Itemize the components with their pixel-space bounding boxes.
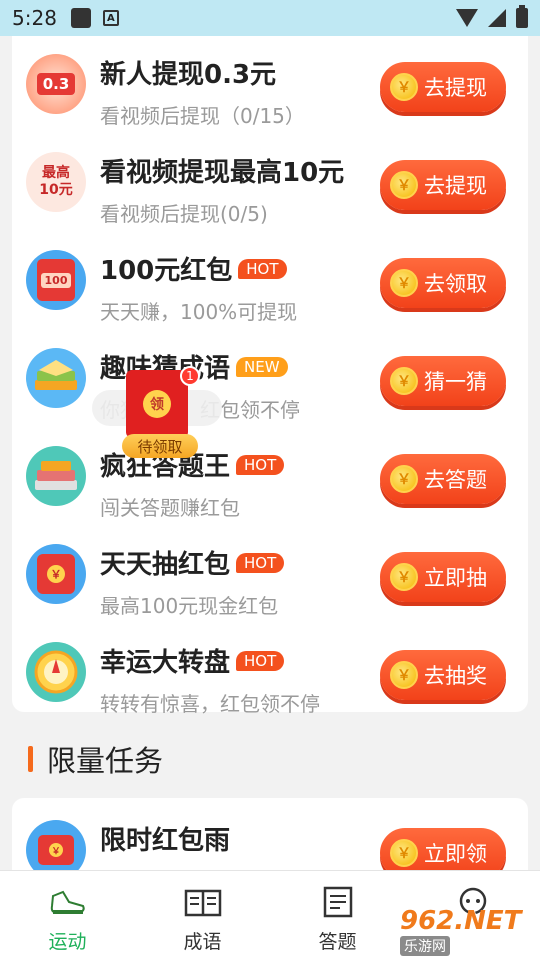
wifi-icon — [456, 9, 478, 27]
red-envelope-yen-icon: ￥ — [26, 544, 86, 604]
section-title: 限量任务 — [47, 744, 164, 778]
draw-button[interactable]: ￥ 立即抽 — [380, 552, 506, 602]
lottery-button[interactable]: ￥ 去抽奖 — [380, 650, 506, 700]
tab-idiom[interactable]: 成语 — [135, 871, 270, 960]
task-subtitle: 转转有惊喜，红包领不停 — [100, 692, 320, 716]
coin-icon: ￥ — [390, 661, 418, 689]
section-accent-bar — [28, 746, 33, 772]
pending-claim-label: 待领取 — [122, 434, 198, 458]
tab-sport[interactable]: 运动 — [0, 871, 135, 960]
coin-icon: ￥ — [390, 171, 418, 199]
coin-icon: ￥ — [390, 563, 418, 591]
books-icon — [26, 446, 86, 506]
task-row-video-withdraw: 最高10元 看视频提现最高10元 看视频后提现(0/5) ￥ 去提现 — [12, 146, 528, 243]
withdraw-button[interactable]: ￥ 去提现 — [380, 160, 506, 210]
task-title: 100元红包 HOT — [100, 250, 287, 287]
task-row-redpacket-rain: ￥ 限时红包雨 疯狂红包雨，红包领不停 ￥ 立即领 — [12, 814, 528, 878]
task-subtitle: 看视频后提现(0/5) — [100, 202, 268, 226]
book-stack-icon — [26, 348, 86, 408]
task-row-idiom-guess: 趣味猜成语NEW 你猜我猜，红包领不停 ￥ 猜一猜 — [12, 342, 528, 439]
task-row-100-redpacket: 100 100元红包 HOT 天天赚，100%可提现 ￥ 去领取 — [12, 244, 528, 341]
site-watermark: 962.NET 乐游网 — [400, 906, 522, 956]
red-envelope-100-icon: 100 — [26, 250, 86, 310]
status-bar: 5:28 A — [0, 0, 540, 36]
coin-icon: ￥ — [390, 367, 418, 395]
task-subtitle: 最高100元现金红包 — [100, 594, 279, 618]
daily-tasks-card: 0.3 新人提现0.3元 看视频后提现（0/15） ￥ 去提现 最高10元 看视… — [12, 36, 528, 716]
hot-badge: HOT — [236, 650, 285, 671]
red-envelope-0.3-icon: 0.3 — [26, 54, 86, 114]
signal-icon — [488, 9, 506, 27]
withdraw-button[interactable]: ￥ 去提现 — [380, 62, 506, 112]
task-subtitle: 闯关答题赚红包 — [100, 496, 240, 520]
coin-icon: ￥ — [390, 839, 418, 867]
task-title: 看视频提现最高10元 — [100, 158, 345, 188]
task-title: 新人提现0.3元 — [100, 60, 277, 90]
task-title: 幸运大转盘 HOT — [100, 642, 285, 679]
claim-button[interactable]: ￥ 去领取 — [380, 258, 506, 308]
task-subtitle: 看视频后提现（0/15） — [100, 104, 305, 128]
floating-redpacket[interactable]: 领 1 待领取 — [92, 366, 222, 462]
hot-badge: HOT — [236, 552, 285, 573]
task-row-daily-draw: ￥ 天天抽红包 HOT 最高100元现金红包 ￥ 立即抽 — [12, 538, 528, 635]
new-badge: NEW — [236, 356, 288, 377]
sneaker-icon — [49, 885, 87, 921]
limited-tasks-header: 限量任务 — [28, 738, 163, 780]
task-title: 限时红包雨 — [100, 826, 231, 856]
max-10-yuan-icon: 最高10元 — [26, 152, 86, 212]
red-envelope-icon: 领 — [126, 370, 188, 438]
battery-icon — [516, 5, 528, 28]
coin-icon: ￥ — [390, 73, 418, 101]
answer-sheet-icon — [319, 885, 357, 921]
answer-button[interactable]: ￥ 去答题 — [380, 454, 506, 504]
task-title: 天天抽红包 HOT — [100, 544, 285, 581]
task-row-lucky-wheel: 幸运大转盘 HOT 转转有惊喜，红包领不停 ￥ 去抽奖 — [12, 636, 528, 733]
notification-a-icon: A — [102, 10, 119, 26]
coin-icon: ￥ — [390, 269, 418, 297]
status-time: 5:28 — [12, 6, 57, 30]
hot-badge: HOT — [236, 454, 285, 475]
task-row-quiz-king: 疯狂答题王 HOT 闯关答题赚红包 ￥ 去答题 — [12, 440, 528, 537]
guess-button[interactable]: ￥ 猜一猜 — [380, 356, 506, 406]
lucky-wheel-icon — [26, 642, 86, 702]
envelope-seal: 领 — [143, 390, 171, 418]
open-book-icon — [184, 885, 222, 921]
task-row-new-user-withdraw: 0.3 新人提现0.3元 看视频后提现（0/15） ￥ 去提现 — [12, 48, 528, 145]
limited-tasks-card: ￥ 限时红包雨 疯狂红包雨，红包领不停 ￥ 立即领 — [12, 798, 528, 878]
coin-icon: ￥ — [390, 465, 418, 493]
task-subtitle: 天天赚，100%可提现 — [100, 300, 298, 324]
tab-quiz[interactable]: 答题 — [270, 871, 405, 960]
hot-badge: HOT — [238, 258, 287, 279]
notification-square-icon — [70, 8, 91, 28]
notification-count-badge: 1 — [180, 366, 200, 386]
